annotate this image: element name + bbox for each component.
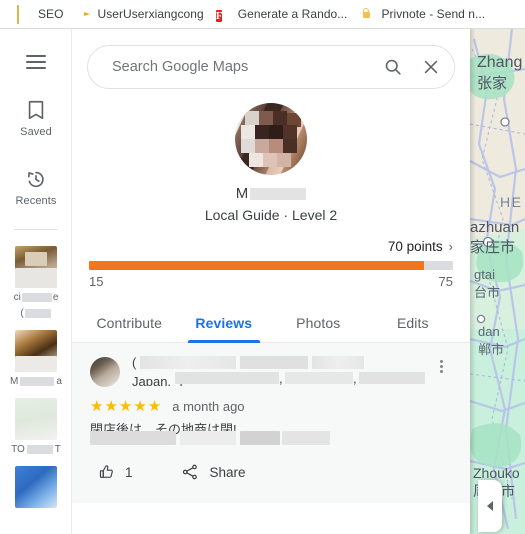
recent-thumbnails-list: ci e ( Ma TO T: [0, 240, 71, 512]
search-input[interactable]: [110, 58, 374, 76]
sidebar-item-label: Recents: [15, 195, 57, 207]
review-titles: ( Japan, 〒,,: [132, 355, 430, 386]
list-item[interactable]: ci e (: [0, 240, 71, 324]
share-label: Share: [209, 464, 246, 480]
thumbnail-image: [15, 466, 57, 508]
collapse-panel-arrow-icon: [487, 501, 493, 511]
bookmark-generate-random[interactable]: F Generate a Rando...: [210, 3, 354, 25]
address-comma: ,: [353, 371, 357, 386]
points-min: 15: [89, 274, 104, 289]
list-item[interactable]: TO T: [0, 392, 71, 460]
profile-tabs: Contribute Reviews Photos Edits: [72, 305, 470, 343]
tab-edits[interactable]: Edits: [366, 305, 461, 342]
caption-suffix: e: [52, 292, 59, 303]
sidebar-item-label: Saved: [20, 126, 52, 138]
list-item[interactable]: Ma: [0, 324, 71, 392]
tab-reviews[interactable]: Reviews: [177, 305, 272, 343]
points-progress-track: [89, 261, 453, 270]
like-count: 1: [125, 464, 133, 480]
review-timestamp: a month ago: [172, 399, 245, 414]
caption-prefix: TO: [11, 444, 25, 455]
thumbnail-caption-2: (: [2, 308, 70, 320]
share-button[interactable]: Share: [173, 457, 254, 487]
review-place-name[interactable]: (: [132, 355, 430, 370]
search-button[interactable]: [374, 48, 412, 86]
thumbnail-caption: TO T: [2, 444, 70, 456]
bookmark-icon: [28, 100, 44, 120]
search-area: [72, 29, 470, 89]
thumbnail-caption: Ma: [2, 376, 70, 388]
bookmark-useruserxiangcong[interactable]: UserUserxiangcong: [70, 3, 210, 25]
list-item[interactable]: [0, 460, 71, 512]
bookmark-privnote[interactable]: Privnote - Send n...: [353, 3, 491, 25]
browser-window: SEO UserUserxiangcong F Generate a Rando…: [0, 0, 525, 534]
red-f-favicon-icon: F: [215, 10, 223, 22]
thumbs-up-icon: [99, 465, 113, 478]
close-x-icon: [424, 60, 438, 74]
bookmark-label: Privnote - Send n...: [381, 7, 486, 21]
bookmark-label: SEO: [38, 7, 64, 21]
side-panel: M Local Guide · Level 2 70 points › 15 7…: [72, 29, 470, 534]
eagle-favicon-icon: [76, 6, 92, 22]
like-button[interactable]: 1: [90, 457, 141, 487]
review-place-thumbnail: [90, 357, 120, 387]
chevron-right-icon: ›: [448, 239, 453, 254]
sidebar-item-saved[interactable]: Saved: [0, 99, 71, 138]
caption-suffix: T: [54, 444, 61, 455]
review-actions: 1 Share: [72, 457, 470, 487]
sidebar-item-recents[interactable]: Recents: [0, 168, 71, 207]
caption-prefix: M: [10, 376, 19, 387]
avatar[interactable]: [235, 103, 307, 175]
review-meta: ★★★★★ a month ago: [90, 399, 452, 414]
bookmarks-bar: SEO UserUserxiangcong F Generate a Rando…: [0, 0, 525, 29]
caption-suffix: a: [56, 376, 62, 387]
bookmark-seo[interactable]: SEO: [10, 3, 70, 25]
bookmark-label: UserUserxiangcong: [97, 7, 204, 21]
review-place-address: Japan, 〒,,: [132, 371, 430, 386]
thumbnail-caption: ci e: [2, 292, 70, 304]
reviews-list: ( Japan, 〒,, ★★★★★ a month ago 閉店後は、その地商…: [72, 343, 470, 503]
points-section: 70 points › 15 75: [72, 223, 470, 289]
tab-photos[interactable]: Photos: [271, 305, 366, 342]
points-label: 70 points: [387, 239, 443, 254]
main-menu-button[interactable]: [0, 55, 71, 69]
clear-search-button[interactable]: [412, 48, 450, 86]
tab-contribute[interactable]: Contribute: [82, 305, 177, 342]
search-bar[interactable]: [87, 45, 455, 89]
profile-section: M Local Guide · Level 2: [72, 89, 470, 223]
review-card: ( Japan, 〒,, ★★★★★ a month ago 閉店後は、その地商…: [72, 355, 470, 449]
history-clock-icon: [28, 171, 44, 188]
left-rail: Saved Recents ci e (M a TO T: [0, 29, 72, 534]
review-body: 閉店後は、その地商は閉!: [90, 421, 452, 449]
points-scale: 15 75: [89, 274, 453, 289]
caption-prefix: ci: [13, 292, 21, 303]
points-link[interactable]: 70 points ›: [89, 239, 453, 254]
thumbnail-image: [15, 246, 57, 288]
hamburger-icon: [26, 55, 46, 69]
thumbnail-image: [15, 398, 57, 440]
folder-icon: [16, 5, 32, 24]
rail-divider: [13, 229, 58, 230]
thumbnail-image: [15, 330, 57, 372]
review-overflow-menu-button[interactable]: [430, 355, 452, 373]
points-progress-fill: [89, 261, 424, 270]
address-comma: ,: [279, 371, 283, 386]
profile-name: M: [72, 185, 470, 202]
review-header: ( Japan, 〒,,: [90, 355, 452, 387]
review-place-name-visible: (: [132, 355, 137, 370]
overflow-menu-icon: [439, 360, 443, 363]
points-max: 75: [438, 274, 453, 289]
magnifier-icon: [385, 59, 401, 75]
red-padlock-favicon-icon: [359, 6, 375, 22]
caption-prefix: (: [20, 308, 24, 319]
share-icon: [182, 464, 197, 480]
star-rating: ★★★★★: [90, 398, 163, 415]
profile-name-visible: M: [235, 185, 249, 202]
bookmark-label: Generate a Rando...: [237, 7, 348, 21]
collapse-panel-button[interactable]: [478, 480, 502, 532]
profile-subtitle: Local Guide · Level 2: [204, 207, 338, 223]
